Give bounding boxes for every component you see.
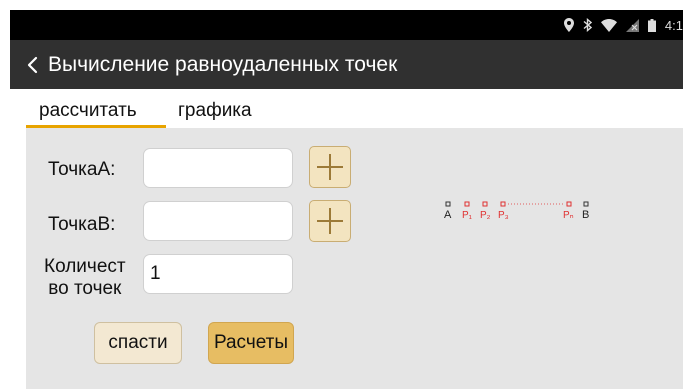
calculate-button[interactable]: Расчеты (208, 322, 294, 364)
point-count-label: Количест во точек (44, 256, 126, 300)
point-a-label: ТочкаA: (48, 159, 116, 180)
diagram-label-a: A (444, 209, 452, 221)
point-count-label-line1: Количест (44, 256, 126, 277)
point-pn-marker (566, 201, 572, 207)
diagram-label-p3: P₃ (498, 210, 509, 221)
point-p2-marker (482, 201, 488, 207)
point-b-label: ТочкаB: (48, 214, 116, 235)
battery-icon (647, 18, 656, 32)
point-b-input[interactable] (143, 201, 293, 241)
location-icon (563, 18, 574, 32)
back-button[interactable] (24, 52, 44, 78)
page-title: Вычисление равноудаленных точек (48, 53, 398, 76)
tab-calculate[interactable]: рассчитать (39, 100, 137, 122)
add-point-b-button[interactable] (309, 200, 351, 242)
wifi-icon (600, 18, 617, 32)
app-bar: Вычисление равноудаленных точек (10, 40, 683, 89)
diagram-label-p2: P₂ (480, 210, 491, 221)
point-count-input[interactable] (143, 254, 293, 294)
calculation-panel: ТочкаA: ТочкаB: Количест во точек спасти… (26, 128, 683, 389)
status-icons: 4:1 (563, 10, 683, 40)
diagram-label-pn: Pₙ (563, 210, 574, 221)
status-time: 4:1 (664, 17, 683, 33)
add-point-a-button[interactable] (309, 146, 351, 188)
tab-graphics[interactable]: графика (178, 100, 252, 122)
point-b-marker (583, 201, 589, 207)
diagram-label-p1: P₁ (462, 210, 473, 221)
diagram-label-b: B (582, 209, 589, 221)
bluetooth-icon (583, 18, 592, 32)
signal-icon (625, 18, 639, 32)
point-p3-marker (500, 201, 506, 207)
top-strip (0, 0, 683, 10)
point-a-marker (445, 201, 451, 207)
point-a-input[interactable] (143, 148, 293, 188)
equidistant-points-diagram: A P₁ P₂ P₃ Pₙ B (444, 201, 589, 221)
point-p1-marker (464, 201, 470, 207)
chevron-left-icon (27, 56, 38, 74)
save-button[interactable]: спасти (94, 322, 182, 364)
status-bar: 4:1 (10, 10, 683, 40)
point-count-label-line2: во точек (48, 278, 122, 299)
